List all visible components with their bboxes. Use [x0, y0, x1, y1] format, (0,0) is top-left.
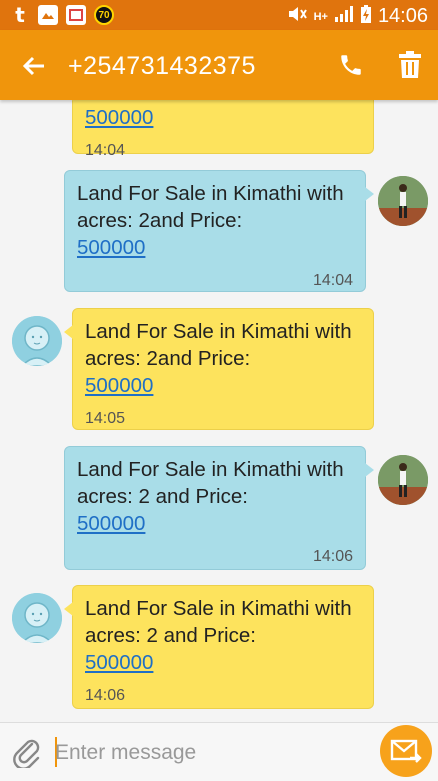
trash-icon: [399, 51, 421, 78]
phone-icon: [341, 55, 361, 75]
notification-badge-icon: 70: [94, 5, 114, 25]
status-time: 14:06: [377, 5, 428, 27]
signal-icon: [334, 5, 354, 28]
send-envelope-icon: [390, 739, 422, 763]
notification-message-icon: [66, 5, 86, 25]
send-button[interactable]: [380, 725, 432, 777]
back-arrow-icon: [22, 56, 44, 76]
person-icon: [12, 316, 62, 366]
contact-avatar[interactable]: [12, 593, 62, 643]
app-bar: +254731432375: [0, 30, 438, 100]
message-link[interactable]: 500000: [77, 236, 145, 259]
message-link[interactable]: 500000: [77, 512, 145, 535]
battery-charging-icon: [360, 4, 372, 29]
message-bubble-sent[interactable]: Land For Sale in Kimathi with acres: 2an…: [64, 170, 374, 292]
notification-photo-icon: [38, 5, 58, 25]
back-button[interactable]: [18, 50, 50, 82]
contact-avatar[interactable]: [12, 316, 62, 366]
call-button[interactable]: [338, 52, 364, 78]
message-text: Land For Sale in Kimathi with acres: 2an…: [77, 182, 344, 232]
paperclip-icon: [13, 739, 40, 770]
message-text: Land For Sale in Kimathi with acres: 2an…: [85, 320, 352, 370]
message-time: 14:05: [85, 410, 126, 427]
mute-icon: [286, 5, 308, 28]
network-type: H+: [313, 10, 328, 23]
message-text: Land For Sale in Kimathi with acres: 2 a…: [85, 597, 352, 647]
message-time: 14:04: [85, 142, 126, 159]
person-icon: [12, 593, 62, 643]
message-bubble-received[interactable]: 500000 14:04: [64, 100, 374, 159]
my-avatar[interactable]: [378, 455, 428, 505]
message-bubble-received[interactable]: Land For Sale in Kimathi with acres: 2 a…: [64, 585, 374, 709]
message-link[interactable]: 500000: [85, 106, 153, 129]
delete-button[interactable]: [397, 50, 423, 80]
status-bar: t 70 H+ 14:06: [0, 0, 438, 30]
attach-button[interactable]: [12, 736, 42, 770]
message-text: Land For Sale in Kimathi with acres: 2 a…: [77, 458, 344, 508]
message-bubble-sent[interactable]: Land For Sale in Kimathi with acres: 2 a…: [64, 446, 374, 570]
contact-number: +254731432375: [68, 52, 256, 80]
message-time: 14:06: [312, 548, 353, 565]
composer-bar: [0, 722, 438, 781]
my-avatar[interactable]: [378, 176, 428, 226]
message-link[interactable]: 500000: [85, 651, 153, 674]
message-link[interactable]: 500000: [85, 374, 153, 397]
message-bubble-received[interactable]: Land For Sale in Kimathi with acres: 2an…: [64, 308, 374, 430]
message-input[interactable]: [55, 735, 355, 771]
conversation-thread[interactable]: 500000 14:04 Land For Sale in Kimathi wi…: [0, 100, 438, 722]
notification-t-icon: t: [15, 3, 25, 27]
message-time: 14:04: [312, 272, 353, 289]
message-time: 14:06: [85, 687, 126, 704]
